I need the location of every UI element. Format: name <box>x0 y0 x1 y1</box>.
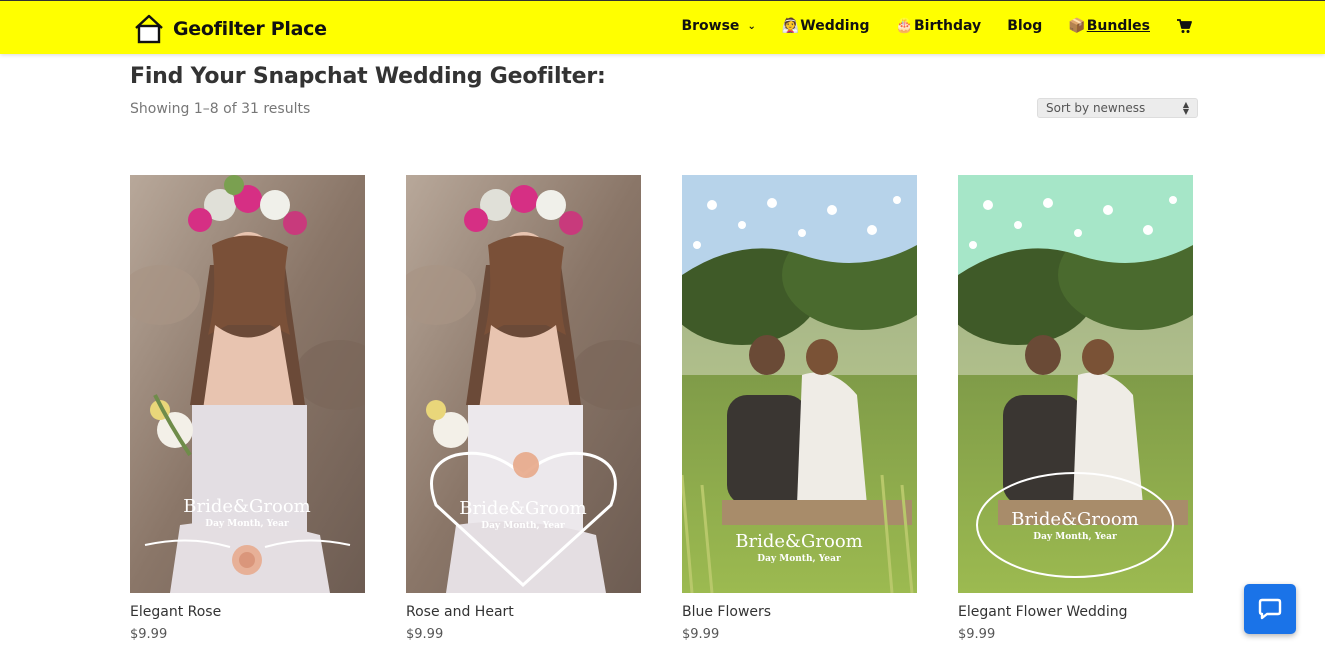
product-image-elegant-rose: Bride&Groom Day Month, Year <box>130 175 365 593</box>
product-price: $9.99 <box>130 627 168 642</box>
chevron-down-icon: ⌄ <box>747 20 756 32</box>
cake-icon: 🎂 <box>895 18 913 34</box>
product-price: $9.99 <box>682 627 720 642</box>
overlay-title: Bride&Groom <box>735 531 863 552</box>
house-icon <box>135 14 163 44</box>
product-image[interactable]: Bride&Groom Day Month, Year <box>682 175 917 593</box>
product-card[interactable]: Bride&Groom Day Month, Year Blue Flowers… <box>682 175 917 642</box>
sort-select[interactable]: Sort by newness ▲ ▼ <box>1037 98 1198 118</box>
nav-wedding[interactable]: 👰 Wedding <box>782 18 870 34</box>
nav-browse[interactable]: Browse ⌄ <box>681 18 755 34</box>
product-card[interactable]: Bride&Groom Day Month, Year Rose and Hea… <box>406 175 641 642</box>
select-arrows-icon: ▲ ▼ <box>1182 100 1189 116</box>
site-logo[interactable]: Geofilter Place <box>133 13 327 45</box>
product-image-blue-flowers: Bride&Groom Day Month, Year <box>682 175 917 593</box>
main-nav: Browse ⌄ 👰 Wedding 🎂 Birthday Blog 📦 Bun… <box>655 18 1192 34</box>
product-name[interactable]: Blue Flowers <box>682 604 917 620</box>
product-card[interactable]: Bride&Groom Day Month, Year Elegant Flow… <box>958 175 1193 642</box>
overlay-title: Bride&Groom <box>183 496 311 517</box>
page-title: Find Your Snapchat Wedding Geofilter: <box>130 64 606 89</box>
logo-text: Geofilter Place <box>173 18 327 40</box>
overlay-title: Bride&Groom <box>1011 509 1139 530</box>
package-icon: 📦 <box>1068 18 1086 34</box>
site-header: Geofilter Place Browse ⌄ 👰 Wedding 🎂 Bir… <box>0 0 1325 54</box>
product-name[interactable]: Elegant Flower Wedding <box>958 604 1193 620</box>
chat-button[interactable] <box>1244 584 1296 634</box>
product-image[interactable]: Bride&Groom Day Month, Year <box>406 175 641 593</box>
bride-icon: 👰 <box>781 18 800 34</box>
nav-birthday-label: Birthday <box>913 18 982 34</box>
nav-wedding-label: Wedding <box>800 18 870 34</box>
overlay-title: Bride&Groom <box>459 498 587 519</box>
product-name[interactable]: Elegant Rose <box>130 604 365 620</box>
overlay-subtitle: Day Month, Year <box>1033 532 1117 542</box>
result-count: Showing 1–8 of 31 results <box>130 101 311 117</box>
overlay-subtitle: Day Month, Year <box>481 521 565 531</box>
overlay-subtitle: Day Month, Year <box>757 554 841 564</box>
nav-browse-label: Browse <box>681 18 740 34</box>
product-image[interactable]: Bride&Groom Day Month, Year <box>130 175 365 593</box>
nav-bundles[interactable]: 📦 Bundles <box>1068 18 1150 34</box>
cart-icon[interactable] <box>1176 18 1192 34</box>
sort-selected-value: Sort by newness <box>1046 101 1146 115</box>
product-image-elegant-flower-wedding: Bride&Groom Day Month, Year <box>958 175 1193 593</box>
product-grid: Bride&Groom Day Month, Year Elegant Rose… <box>130 175 1193 642</box>
product-price: $9.99 <box>958 627 996 642</box>
overlay-subtitle: Day Month, Year <box>205 519 289 529</box>
nav-bundles-label: Bundles <box>1086 18 1150 34</box>
product-price: $9.99 <box>406 627 444 642</box>
product-name[interactable]: Rose and Heart <box>406 604 641 620</box>
product-image[interactable]: Bride&Groom Day Month, Year <box>958 175 1193 593</box>
nav-birthday[interactable]: 🎂 Birthday <box>896 18 982 34</box>
product-image-rose-and-heart: Bride&Groom Day Month, Year <box>406 175 641 593</box>
nav-blog-label: Blog <box>1007 18 1043 34</box>
product-card[interactable]: Bride&Groom Day Month, Year Elegant Rose… <box>130 175 365 642</box>
chat-bubble-icon <box>1258 598 1282 620</box>
nav-blog[interactable]: Blog <box>1007 18 1042 34</box>
